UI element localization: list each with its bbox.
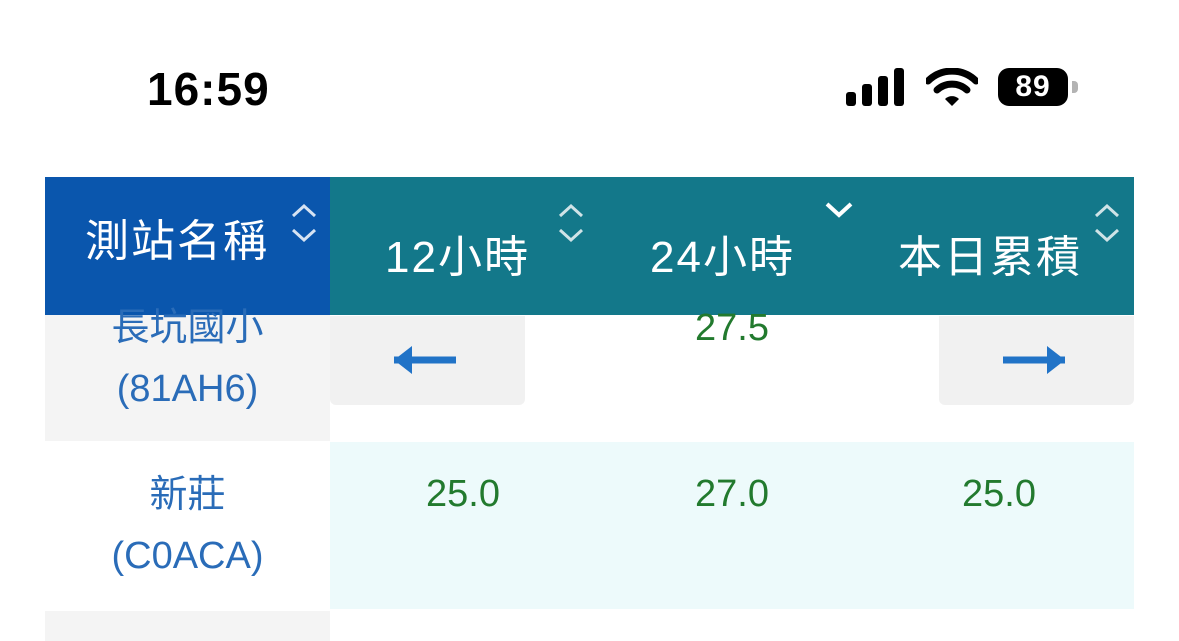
station-cell-bg (45, 611, 330, 641)
battery-cap (1072, 81, 1078, 93)
arrow-left-icon (394, 346, 456, 374)
station-name: 新莊 (149, 474, 226, 516)
value-24h: 27.0 (695, 473, 769, 515)
header-12h-label: 12小時 (385, 233, 530, 282)
battery-icon: 89 (998, 68, 1068, 106)
header-station-label: 測站名稱 (85, 217, 269, 266)
highlight-row-bg (330, 442, 1134, 609)
wifi-icon (926, 68, 978, 106)
status-time: 16:59 (147, 63, 270, 115)
header-data-columns: 12小時 24小時 本日累積 (330, 177, 1134, 315)
sort-unsorted-icon (558, 203, 584, 243)
battery-level: 89 (1015, 70, 1051, 103)
cellular-signal-icon (846, 66, 906, 106)
station-name: 長坑國小 (111, 307, 264, 349)
scroll-left-button[interactable] (330, 316, 525, 405)
station-code: (81AH6) (116, 368, 259, 410)
sort-unsorted-icon (1094, 203, 1120, 243)
table-row[interactable]: 長坑國小 (81AH6) (45, 298, 330, 420)
header-24h-label: 24小時 (650, 233, 795, 282)
table-row[interactable]: 新莊 (C0ACA) (45, 465, 330, 587)
station-code: (C0ACA) (111, 535, 264, 577)
sort-descending-icon (825, 202, 853, 218)
arrow-right-icon (1003, 346, 1065, 374)
value-24h: 27.5 (695, 307, 769, 349)
header-station[interactable]: 測站名稱 (45, 177, 330, 315)
sort-unsorted-icon (291, 203, 317, 243)
scroll-right-button[interactable] (939, 316, 1134, 405)
value-12h: 25.0 (426, 473, 500, 515)
value-today: 25.0 (962, 473, 1036, 515)
header-today-label: 本日累積 (898, 233, 1082, 282)
